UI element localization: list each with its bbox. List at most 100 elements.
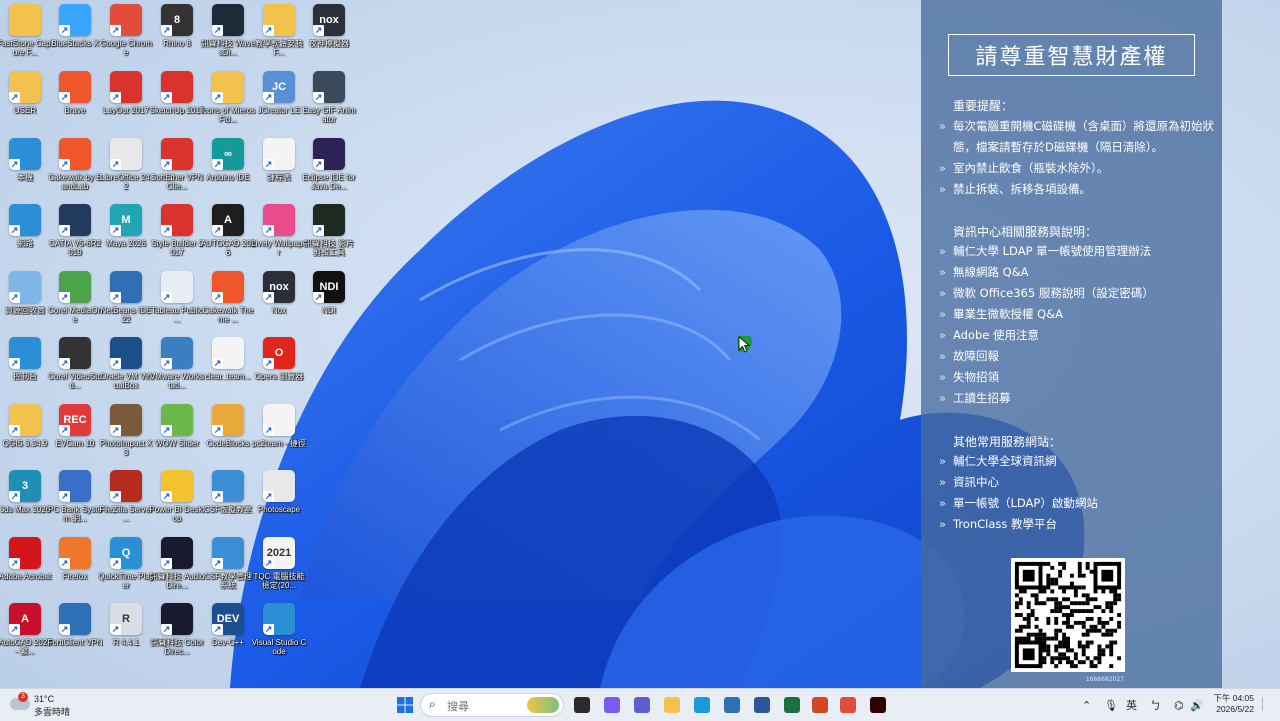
desktop-icon[interactable]: Corel VideoStud... xyxy=(48,337,102,401)
desktop-icon[interactable]: Photoscape xyxy=(254,470,304,534)
desktop-icon[interactable]: NDI NDI xyxy=(304,271,354,335)
taskbar-search[interactable]: ⌕ xyxy=(420,693,564,717)
desktop-icon[interactable]: DEV Dev-C++ xyxy=(203,603,253,667)
volume-icon[interactable]: 🔊 xyxy=(1190,689,1204,721)
desktop-icon[interactable]: Firefox xyxy=(50,537,100,601)
ime-mode-icon[interactable]: ㄅ xyxy=(1150,689,1161,721)
taskbar-app-excel[interactable] xyxy=(780,693,804,717)
desktop-icon[interactable]: Oracle VM VirtualBox xyxy=(100,337,152,401)
desktop-icon[interactable]: 2021 TQC 電腦技能 檢定(20... xyxy=(253,537,305,601)
taskbar-app-task-view[interactable] xyxy=(570,693,594,717)
notice-link[interactable]: 微軟 Office365 服務說明（設定密碼） xyxy=(939,283,1154,304)
desktop-icon[interactable]: A AutoCAD 2026 - 繁... xyxy=(0,603,52,667)
desktop-icon[interactable]: PC Bank System 網... xyxy=(48,470,102,534)
taskbar-app-teams[interactable] xyxy=(630,693,654,717)
desktop-icon[interactable]: 訊聲科技 ColorDirec... xyxy=(150,603,204,667)
desktop[interactable]: FastStone Capture F...BlueStacks XGoogle… xyxy=(0,0,1280,688)
desktop-icon[interactable]: NetBeans IDE 22 xyxy=(101,271,151,335)
desktop-icon[interactable]: Adobe Acrobat xyxy=(0,537,51,601)
notice-link[interactable]: 單一帳號（LDAP）啟動網站 xyxy=(939,493,1098,514)
taskbar-app-word[interactable] xyxy=(750,693,774,717)
tray-overflow-icon[interactable]: ⌃ xyxy=(1082,689,1091,721)
desktop-icon[interactable]: SketchUp 2017 xyxy=(150,71,204,135)
input-language[interactable]: 英 xyxy=(1126,689,1137,721)
desktop-icon[interactable]: Lively Wallpaper xyxy=(251,204,307,268)
desktop-icon[interactable]: Visual Studio Code xyxy=(252,603,306,667)
notice-link[interactable]: 失物招領 xyxy=(939,367,1154,388)
taskbar-app-copilot[interactable] xyxy=(600,693,624,717)
desktop-icon[interactable]: 教學軟體安裝 F... xyxy=(254,4,304,68)
desktop-icon[interactable]: FortiClient VPN xyxy=(47,603,103,667)
search-input[interactable] xyxy=(445,697,529,715)
weather-temperature[interactable]: 31°C xyxy=(34,694,54,704)
desktop-icon[interactable]: Style Builder 2017 xyxy=(151,204,203,268)
desktop-icon[interactable]: CSF教學管理 系統 xyxy=(203,537,253,601)
desktop-icon[interactable]: Brave xyxy=(50,71,100,135)
desktop-icon[interactable]: LibreOffice 24.2 xyxy=(100,138,152,202)
desktop-icon[interactable]: CATIA V5-6R2019 xyxy=(49,204,101,268)
desktop-icon[interactable]: CodeBlocks xyxy=(203,404,253,468)
desktop-icon[interactable]: FileZilla Server ... xyxy=(99,470,153,534)
desktop-icon[interactable]: 3 3ds Max 2026 xyxy=(0,470,50,534)
notice-link[interactable]: 工讀生招募 xyxy=(939,388,1154,409)
desktop-icon[interactable]: ∞ Arduino IDE xyxy=(203,138,253,202)
desktop-icon[interactable]: Q QuickTime Player xyxy=(98,537,154,601)
desktop-icon[interactable]: Icons of Mieros Fid... xyxy=(201,71,255,135)
desktop-icon[interactable]: USER xyxy=(0,71,50,135)
desktop-icon[interactable]: Easy GIF Animator xyxy=(302,71,356,135)
desktop-icon[interactable]: 訊聲科技 WavesDi... xyxy=(201,4,255,68)
desktop-icon[interactable]: M Maya 2026 xyxy=(101,204,151,268)
desktop-icon[interactable]: Corel MediaOne xyxy=(48,271,102,335)
network-icon[interactable]: ⌬ xyxy=(1174,689,1184,721)
desktop-icon[interactable]: Google Chrome xyxy=(100,4,152,68)
desktop-icon[interactable]: pc2team - 捷徑 xyxy=(252,404,306,468)
desktop-icon[interactable]: nox 夜神模擬器 xyxy=(304,4,354,68)
desktop-icon[interactable]: R R 4.4.1 xyxy=(101,603,151,667)
desktop-icon[interactable]: Cakewalk Theme ... xyxy=(203,271,253,335)
desktop-icon[interactable]: Power BI Desktop xyxy=(149,470,205,534)
notice-link[interactable]: 畢業生微軟授權 Q&A xyxy=(939,304,1154,325)
notice-link[interactable]: TronClass 教學平台 xyxy=(939,514,1098,535)
weather-description[interactable]: 多雲時晴 xyxy=(34,705,70,718)
desktop-icon[interactable]: O Opera 瀏覽器 xyxy=(254,337,304,401)
desktop-icon[interactable]: A AUTOCAD 2026 xyxy=(201,204,255,268)
notice-link[interactable]: 資訊中心 xyxy=(939,472,1098,493)
desktop-icon[interactable]: Cakewalk by BandLab xyxy=(49,138,101,202)
microphone-icon[interactable]: 🎙 xyxy=(1104,689,1118,721)
desktop-icon[interactable]: JC JCreator LE xyxy=(254,71,304,135)
weather-widget[interactable]: 3 xyxy=(10,692,30,714)
desktop-icon[interactable]: clear_team... xyxy=(203,337,253,401)
taskbar-app-edge[interactable] xyxy=(690,693,714,717)
taskbar-app-powerpoint[interactable] xyxy=(808,693,832,717)
taskbar-app-file-explorer[interactable] xyxy=(660,693,684,717)
desktop-icon[interactable]: SoftEther VPN Clie... xyxy=(151,138,203,202)
desktop-icon[interactable]: nox Nox xyxy=(254,271,304,335)
desktop-icon[interactable]: PhotoImpact X3 xyxy=(100,404,152,468)
desktop-icon[interactable]: 訊聲科技 影片 剪輯工具 xyxy=(304,204,354,268)
taskbar-app-store[interactable] xyxy=(720,693,744,717)
notice-link[interactable]: 輔仁大學 LDAP 單一帳號使用管理辦法 xyxy=(939,241,1154,262)
desktop-icon[interactable]: CSF虛擬教室 xyxy=(203,470,253,534)
desktop-icon[interactable]: BlueStacks X xyxy=(50,4,100,68)
show-desktop-button[interactable] xyxy=(1262,697,1273,711)
notice-link[interactable]: 故障回報 xyxy=(939,346,1154,367)
desktop-icon[interactable]: 網路 xyxy=(0,204,50,268)
desktop-icon[interactable]: FastStone Capture F... xyxy=(0,4,53,68)
desktop-icon[interactable]: Eclipse IDE for Java De... xyxy=(303,138,355,202)
taskbar-app-illustrator[interactable] xyxy=(866,693,890,717)
desktop-icon[interactable]: 8 Rhino 8 xyxy=(152,4,202,68)
desktop-icon[interactable]: 課程表 xyxy=(254,138,304,202)
start-button[interactable] xyxy=(393,693,417,717)
desktop-icon[interactable]: QGIS 3.34.9 xyxy=(0,404,50,468)
notice-link[interactable]: 無線網路 Q&A xyxy=(939,262,1154,283)
desktop-icon[interactable]: REC EVCam 10 xyxy=(50,404,100,468)
desktop-icon[interactable]: WOW Slider xyxy=(152,404,202,468)
desktop-icon[interactable]: Tableau Public ... xyxy=(151,271,203,335)
notice-link[interactable]: 輔仁大學全球資訊網 xyxy=(939,451,1098,472)
taskbar-app-chrome[interactable] xyxy=(836,693,860,717)
desktop-icon[interactable]: 本機 xyxy=(0,138,50,202)
desktop-icon[interactable]: LayOut 2017 xyxy=(101,71,151,135)
taskbar-clock[interactable]: 下午 04:05 2026/5/22 xyxy=(1206,693,1254,715)
desktop-icon[interactable]: 訊聲科技 AudioDire... xyxy=(150,537,204,601)
desktop-icon[interactable]: 控制台 xyxy=(0,337,50,401)
